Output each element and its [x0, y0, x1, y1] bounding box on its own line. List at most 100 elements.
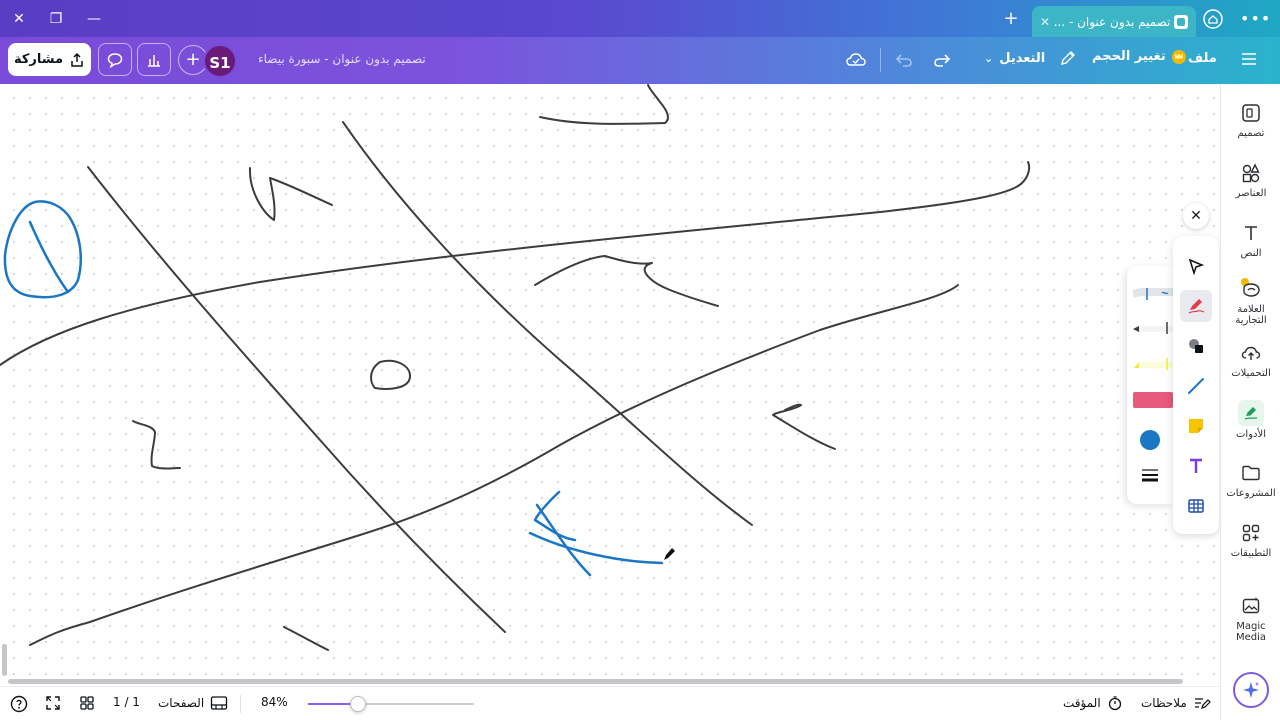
browser-tab[interactable]: تصميم بدون عنوان - ... ✕ — [1032, 6, 1196, 37]
sidebar-item-label: المشروعات — [1226, 488, 1276, 499]
timer-button[interactable]: المؤقت — [1063, 695, 1123, 711]
share-label: مشاركة — [13, 52, 64, 67]
sidebar-item-label: تصميم — [1237, 128, 1265, 139]
whiteboard-canvas[interactable] — [0, 84, 1220, 684]
timer-icon — [1108, 696, 1121, 711]
notes-button[interactable]: ملاحظات — [1141, 695, 1211, 711]
sidebar-item-label: العناصر — [1235, 188, 1267, 199]
sidebar-item-text[interactable]: النص — [1221, 222, 1280, 259]
editor-header: مشاركة + S1 تصميم بدون عنوان - سبورة بيض… — [0, 37, 1280, 84]
sidebar-item-elements[interactable]: العناصر — [1221, 162, 1280, 199]
select-tool[interactable] — [1180, 250, 1212, 282]
zoom-slider[interactable] — [308, 703, 474, 705]
sidebar-item-tools[interactable]: الأدوات — [1221, 400, 1280, 440]
freehand-drawing[interactable] — [0, 84, 1220, 684]
insights-button[interactable] — [137, 43, 171, 76]
sticky-note-icon — [1189, 419, 1203, 433]
home-icon[interactable] — [1202, 8, 1224, 30]
tab-title: تصميم بدون عنوان - ... — [1053, 14, 1171, 29]
sketch-stroke-blue — [28, 220, 70, 294]
sketch-stroke — [0, 161, 1031, 366]
sidebar-item-projects[interactable]: المشروعات — [1221, 462, 1280, 499]
black-marker[interactable] — [1133, 320, 1173, 336]
grid-view-icon[interactable] — [79, 695, 95, 711]
sidebar-item-label: التطبيقات — [1230, 548, 1272, 559]
pen-icon — [1188, 299, 1205, 314]
horizontal-scrollbar[interactable] — [8, 679, 1183, 684]
sketch-stroke-blue — [528, 531, 664, 565]
table-tool[interactable] — [1180, 490, 1212, 522]
sidebar-item-uploads[interactable]: التحميلات — [1221, 342, 1280, 379]
fullscreen-icon[interactable] — [45, 695, 61, 711]
sketch-stroke — [87, 166, 506, 633]
undo-icon[interactable] — [894, 50, 914, 70]
tab-close-icon[interactable]: ✕ — [1040, 15, 1050, 29]
yellow-highlighter[interactable] — [1133, 356, 1173, 372]
sidebar-item-magic-media[interactable]: Magic Media — [1221, 595, 1280, 643]
line-tool[interactable] — [1180, 370, 1212, 402]
minimize-icon[interactable]: — — [83, 8, 105, 30]
select-arrow-icon — [1188, 258, 1205, 275]
pages-button[interactable]: الصفحات — [158, 695, 228, 711]
line-icon — [1188, 378, 1204, 394]
zoom-slider-thumb[interactable] — [349, 696, 366, 712]
sidebar-item-design[interactable]: تصميم — [1221, 102, 1280, 139]
comment-button[interactable] — [98, 43, 132, 76]
notes-label: ملاحظات — [1141, 696, 1187, 710]
share-icon — [71, 52, 83, 67]
canva-assistant-button[interactable] — [1233, 672, 1269, 708]
document-title[interactable]: تصميم بدون عنوان - سبورة بيضاء — [258, 52, 426, 66]
premium-crown-icon — [1171, 49, 1186, 64]
color-swatch[interactable] — [1140, 430, 1160, 450]
pen-options-panel — [1127, 266, 1173, 504]
editor-footer: 1 / 1 الصفحات 84% المؤقت ملاحظات — [0, 686, 1220, 720]
sidebar-item-apps[interactable]: التطبيقات — [1221, 522, 1280, 559]
redo-icon[interactable] — [932, 50, 952, 70]
brand-icon — [1241, 278, 1260, 297]
timer-label: المؤقت — [1063, 696, 1101, 710]
eraser[interactable] — [1133, 392, 1173, 408]
sparkle-icon — [1243, 682, 1259, 698]
sketch-stroke — [132, 420, 181, 470]
stroke-weight-icon[interactable] — [1141, 467, 1159, 483]
pen-cursor-icon — [664, 548, 675, 560]
design-icon — [1242, 104, 1260, 122]
blue-pen[interactable] — [1133, 286, 1173, 302]
help-icon[interactable] — [10, 695, 28, 713]
sketch-stroke — [29, 284, 959, 646]
close-icon[interactable]: ✕ — [8, 8, 30, 30]
text-tool-icon — [1190, 458, 1202, 473]
edit-menu[interactable]: ⌄ التعديل — [984, 49, 1077, 67]
apps-icon — [1242, 524, 1260, 542]
menu-icon[interactable] — [1240, 51, 1258, 67]
vertical-scrollbar[interactable] — [2, 644, 7, 676]
share-button[interactable]: مشاركة — [8, 43, 91, 76]
zoom-percentage[interactable]: 84% — [261, 695, 288, 709]
shapes-icon — [1189, 339, 1203, 353]
close-draw-panel-button[interactable]: ✕ — [1183, 203, 1209, 229]
pen-tool[interactable] — [1180, 290, 1212, 322]
file-menu[interactable]: ملف — [1188, 51, 1217, 66]
restore-icon[interactable]: ❐ — [45, 8, 67, 30]
sidebar-item-label: التحميلات — [1231, 368, 1271, 379]
editor-sidebar: تصميم العناصر النص العلامة التجارية التح… — [1220, 84, 1280, 720]
avatar[interactable]: S1 — [203, 44, 237, 78]
header-divider — [880, 48, 881, 72]
sidebar-item-label: النص — [1240, 248, 1262, 259]
resize-button[interactable]: تغيير الحجم — [1092, 49, 1186, 64]
elements-icon — [1242, 163, 1260, 183]
upload-cloud-icon — [1241, 346, 1261, 360]
sidebar-item-label: Magic Media — [1235, 621, 1267, 643]
folder-icon — [1242, 465, 1260, 481]
resize-label: تغيير الحجم — [1092, 49, 1166, 64]
text-tool[interactable] — [1180, 450, 1212, 482]
edit-label: التعديل — [999, 50, 1046, 66]
sidebar-item-label: العلامة التجارية — [1235, 304, 1267, 326]
chevron-down-icon: ⌄ — [984, 51, 994, 65]
sidebar-item-brand[interactable]: العلامة التجارية — [1221, 278, 1280, 326]
sticky-note-tool[interactable] — [1180, 410, 1212, 442]
cloud-save-icon[interactable] — [845, 50, 867, 70]
more-icon[interactable]: ••• — [1240, 8, 1271, 30]
shapes-tool[interactable] — [1180, 330, 1212, 362]
new-tab-button[interactable]: + — [1000, 8, 1022, 30]
